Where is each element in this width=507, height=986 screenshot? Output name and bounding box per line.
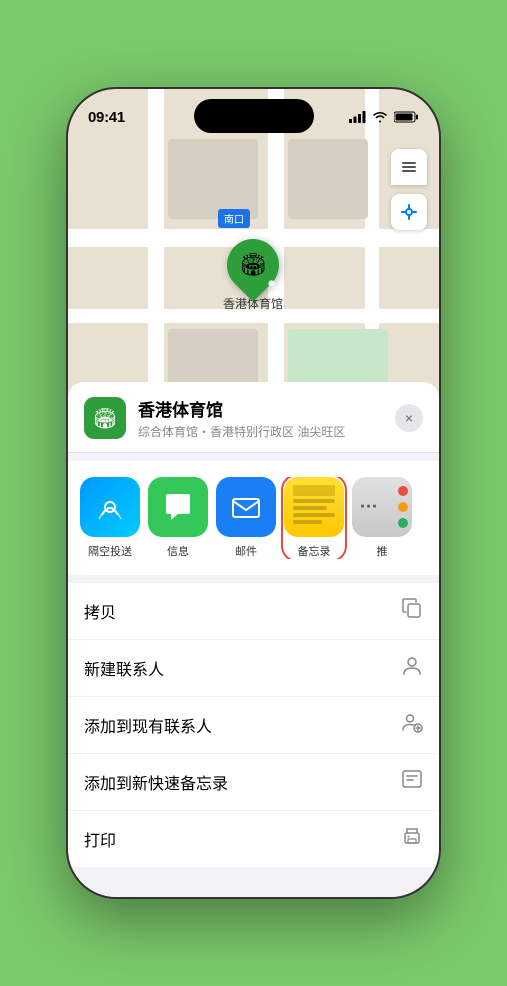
message-icon-box [148,477,208,537]
share-row: 隔空投送 信息 [68,461,439,575]
add-existing-icon [401,711,423,739]
share-message[interactable]: 信息 [148,477,208,559]
new-contact-icon [401,654,423,682]
battery-icon [394,111,419,123]
copy-icon [401,597,423,625]
dynamic-island [194,99,314,133]
mail-label: 邮件 [235,543,257,559]
action-copy-label: 拷贝 [84,599,116,623]
pin-circle: 🏟 [216,228,290,302]
action-new-contact[interactable]: 新建联系人 [68,640,439,697]
venue-info: 香港体育馆 综合体育馆・香港特别行政区 油尖旺区 [138,396,395,440]
action-copy[interactable]: 拷贝 [68,583,439,640]
phone-screen: 09:41 [68,89,439,897]
airdrop-icon [94,491,126,523]
stadium-icon: 🏟 [239,252,267,278]
action-new-contact-label: 新建联系人 [84,656,164,680]
venue-name: 香港体育馆 [138,396,395,421]
wifi-icon [372,111,388,123]
venue-subtitle: 综合体育馆・香港特别行政区 油尖旺区 [138,423,395,440]
map-location-button[interactable] [391,194,427,230]
action-list: 拷贝 新建联系人 [68,583,439,867]
airdrop-icon-box [80,477,140,537]
action-print[interactable]: 打印 [68,811,439,867]
status-icons [349,111,419,123]
share-notes[interactable]: 备忘录 [284,477,344,559]
map-controls [391,149,427,230]
signal-icon [349,111,366,123]
action-add-existing-label: 添加到现有联系人 [84,713,212,737]
action-add-notes[interactable]: 添加到新快速备忘录 [68,754,439,811]
add-notes-icon [401,768,423,796]
phone-frame: 09:41 [66,87,441,899]
sheet-header: 🏟 香港体育馆 综合体育馆・香港特别行政区 油尖旺区 × [68,382,439,453]
more-label: 推 [377,543,388,559]
more-icon-box: ··· [352,477,412,537]
message-label: 信息 [167,543,189,559]
action-print-label: 打印 [84,827,116,851]
mail-icon [229,490,263,524]
map-layers-button[interactable] [391,149,427,185]
close-button[interactable]: × [395,404,423,432]
notes-icon-box [284,477,344,537]
share-mail[interactable]: 邮件 [216,477,276,559]
message-icon [161,490,195,524]
action-add-existing[interactable]: 添加到现有联系人 [68,697,439,754]
share-more[interactable]: ··· 推 [352,477,412,559]
status-time: 09:41 [88,109,125,126]
share-airdrop[interactable]: 隔空投送 [80,477,140,559]
print-icon [401,825,423,853]
notes-label: 备忘录 [298,543,331,559]
map-pin[interactable]: 🏟 香港体育馆 [223,239,283,312]
venue-icon: 🏟 [84,397,126,439]
airdrop-label: 隔空投送 [88,543,132,559]
mail-icon-box [216,477,276,537]
map-label: 南口 [218,209,250,228]
share-icons-list: 隔空投送 信息 [80,477,427,559]
bottom-sheet: 🏟 香港体育馆 综合体育馆・香港特别行政区 油尖旺区 × [68,382,439,897]
action-add-notes-label: 添加到新快速备忘录 [84,770,228,794]
